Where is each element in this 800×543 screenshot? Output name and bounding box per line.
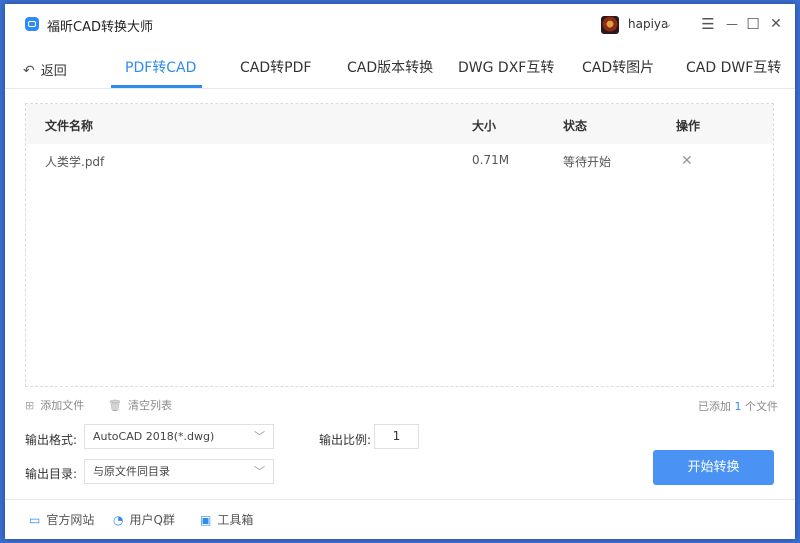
official-website-link[interactable]: ▭ 官方网站 <box>29 511 94 528</box>
file-count: 已添加 1 个文件 <box>698 398 778 414</box>
maximize-button[interactable]: ☐ <box>742 13 764 35</box>
tab-divider <box>5 88 795 89</box>
file-list-panel[interactable]: 文件名称 大小 状态 操作 人类学.pdf 0.71M 等待开始 ✕ <box>25 103 774 387</box>
toolbox-link[interactable]: ▣ 工具箱 <box>200 511 253 528</box>
toolbox-icon: ▣ <box>200 513 212 527</box>
back-button[interactable]: ↶ 返回 <box>23 60 67 79</box>
user-menu-chevron-icon[interactable]: ⌄ <box>657 13 679 35</box>
minimize-button[interactable]: — <box>721 13 743 35</box>
official-website-label: 官方网站 <box>46 513 95 527</box>
app-window: 福昕CAD转换大师 hapiya ⌄ ☰ — ☐ ✕ ↶ 返回 PDF转CAD C… <box>5 4 795 539</box>
table-header: 文件名称 大小 状态 操作 <box>26 104 773 144</box>
qq-icon: ◔ <box>113 513 124 527</box>
output-format-value: AutoCAD 2018(*.dwg) <box>93 430 215 443</box>
file-size: 0.71M <box>472 153 510 167</box>
add-file-label: 添加文件 <box>40 399 85 412</box>
file-count-suffix: 个文件 <box>745 400 778 413</box>
tab-cad-version-convert[interactable]: CAD版本转换 <box>347 57 433 77</box>
chevron-down-icon: ﹀ <box>254 465 265 478</box>
column-header-status: 状态 <box>563 119 588 133</box>
output-format-select[interactable]: AutoCAD 2018(*.dwg) ﹀ <box>84 424 274 449</box>
file-name: 人类学.pdf <box>45 155 105 169</box>
file-status: 等待开始 <box>563 155 612 169</box>
tab-cad-dwf-convert[interactable]: CAD DWF互转 <box>686 57 781 77</box>
app-logo-icon <box>25 17 39 31</box>
file-count-prefix: 已添加 <box>698 400 731 413</box>
user-avatar[interactable] <box>601 16 619 34</box>
tab-dwg-dxf-convert[interactable]: DWG DXF互转 <box>458 57 554 77</box>
add-file-icon: ⊞ <box>25 399 35 412</box>
column-header-size: 大小 <box>472 119 497 133</box>
tab-cad-to-pdf[interactable]: CAD转PDF <box>240 57 311 77</box>
app-title: 福昕CAD转换大师 <box>47 20 153 35</box>
output-dir-value: 与原文件同目录 <box>93 465 170 478</box>
tab-pdf-to-cad[interactable]: PDF转CAD <box>125 57 196 77</box>
output-ratio-input[interactable]: 1 <box>374 424 419 449</box>
output-format-label: 输出格式: <box>25 433 78 447</box>
close-button[interactable]: ✕ <box>765 13 787 35</box>
user-qq-group-link[interactable]: ◔ 用户Q群 <box>113 511 175 528</box>
clear-list-button[interactable]: 🗑 清空列表 <box>108 397 172 413</box>
clear-list-label: 清空列表 <box>127 399 172 412</box>
output-ratio-label: 输出比例: <box>319 433 372 447</box>
trash-icon: 🗑 <box>108 399 122 412</box>
menu-icon[interactable]: ☰ <box>697 13 719 35</box>
footer-divider <box>5 499 795 500</box>
output-dir-select[interactable]: 与原文件同目录 ﹀ <box>84 459 274 484</box>
file-count-value: 1 <box>734 400 742 413</box>
back-label: 返回 <box>40 64 67 79</box>
column-header-action: 操作 <box>676 119 701 133</box>
add-file-button[interactable]: ⊞ 添加文件 <box>25 397 84 413</box>
column-header-filename: 文件名称 <box>45 119 94 133</box>
back-arrow-icon: ↶ <box>23 63 35 79</box>
toolbox-label: 工具箱 <box>217 513 254 527</box>
user-qq-group-label: 用户Q群 <box>129 513 175 527</box>
chevron-down-icon: ﹀ <box>254 430 265 443</box>
start-convert-button[interactable]: 开始转换 <box>653 450 774 485</box>
tab-cad-to-image[interactable]: CAD转图片 <box>582 57 654 77</box>
tab-bar: ↶ 返回 PDF转CAD CAD转PDF CAD版本转换 DWG DXF互转 CA… <box>5 44 795 88</box>
monitor-icon: ▭ <box>29 513 41 527</box>
remove-file-close-icon[interactable]: ✕ <box>681 153 693 169</box>
output-dir-label: 输出目录: <box>25 467 78 481</box>
title-bar: 福昕CAD转换大师 hapiya ⌄ ☰ — ☐ ✕ <box>5 4 795 44</box>
